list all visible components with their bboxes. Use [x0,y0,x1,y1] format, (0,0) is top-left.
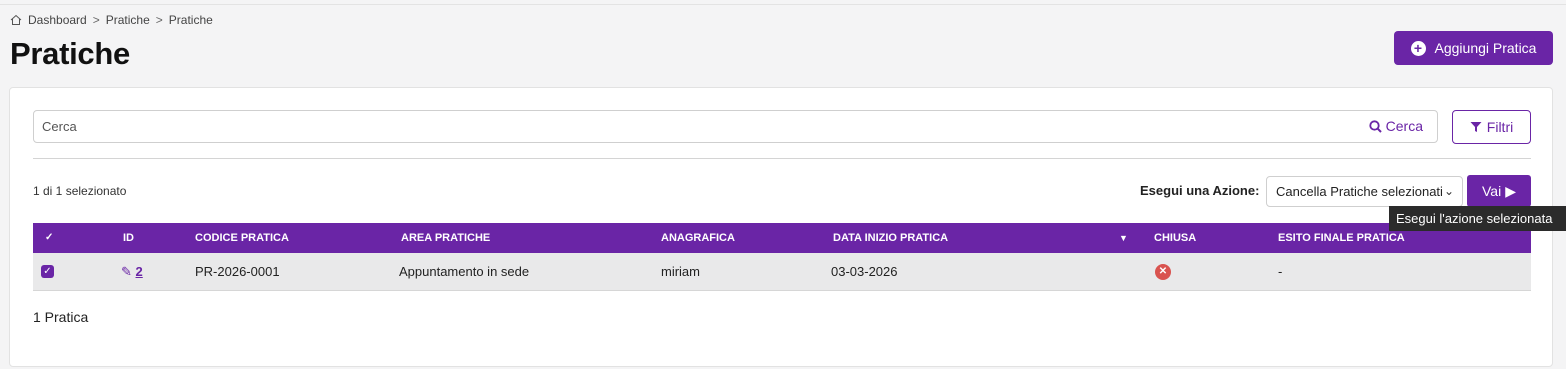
search-input[interactable] [42,111,1342,142]
chevron-down-icon: ⌄ [1443,184,1454,198]
action-label: Esegui una Azione: [1140,183,1260,198]
filter-button-label: Filtri [1486,119,1514,135]
area-pratiche-cell: Appuntamento in sede [399,264,530,279]
selection-count: 1 di 1 selezionato [33,184,127,198]
search-box: Cerca [33,110,1438,143]
codice-pratica-cell: PR-2026-0001 [195,264,280,279]
breadcrumb-current: Pratiche [168,13,213,27]
total-count: 1 Pratica [33,309,89,325]
action-tooltip: Esegui l'azione selezionata [1389,206,1566,231]
header-area-pratiche[interactable]: AREA PRATICHE [401,223,490,253]
header-chiusa[interactable]: CHIUSA [1154,223,1196,253]
breadcrumb-separator: > [155,13,163,27]
table-row[interactable]: ✓ ✎ 2 PR-2026-0001 Appuntamento in sede … [33,253,1531,291]
home-icon [10,14,22,25]
pratiche-table: ✓ ID CODICE PRATICA AREA PRATICHE ANAGRA… [33,223,1531,291]
closed-false-icon: ✕ [1155,264,1171,280]
vai-button-label: Vai [1482,183,1502,199]
vai-button[interactable]: Vai ▶ [1467,175,1531,207]
filter-icon [1470,122,1482,132]
header-id[interactable]: ID [123,223,134,253]
header-codice-pratica[interactable]: CODICE PRATICA [195,223,289,253]
add-pratica-label: Aggiungi Pratica [1434,40,1537,56]
edit-icon[interactable]: ✎ [121,264,132,279]
search-button-label: Cerca [1385,118,1423,134]
row-checkbox[interactable]: ✓ [41,265,54,278]
esito-finale-cell: - [1278,264,1283,279]
add-pratica-button[interactable]: + Aggiungi Pratica [1394,31,1553,65]
breadcrumb-separator: > [92,13,100,27]
search-icon [1369,119,1382,133]
anagrafica-cell: miriam [661,264,700,279]
breadcrumb-dashboard[interactable]: Dashboard [28,13,87,27]
breadcrumb: Dashboard > Pratiche > Pratiche [10,13,213,27]
table-header: ✓ ID CODICE PRATICA AREA PRATICHE ANAGRA… [33,223,1531,253]
select-all-check-icon[interactable]: ✓ [45,223,53,253]
divider [33,158,1531,159]
header-esito-finale-pratica[interactable]: ESITO FINALE PRATICA [1278,223,1405,253]
action-select-value: Cancella Pratiche selezionati [1276,184,1443,199]
play-icon: ▶ [1505,182,1516,199]
filter-button[interactable]: Filtri [1452,110,1531,144]
header-data-inizio-pratica[interactable]: DATA INIZIO PRATICA [833,223,948,253]
action-select[interactable]: Cancella Pratiche selezionati ⌄ [1266,176,1463,207]
top-divider [0,4,1566,5]
id-link[interactable]: 2 [136,264,143,279]
page-title: Pratiche [10,36,130,71]
header-anagrafica[interactable]: ANAGRAFICA [661,223,735,253]
data-inizio-cell: 03-03-2026 [831,264,898,279]
sort-desc-icon[interactable]: ▼ [1119,223,1128,253]
id-cell: ✎ 2 [121,253,143,291]
pratiche-card: Cerca Filtri 1 di 1 selezionato Esegui u… [9,87,1553,367]
breadcrumb-pratiche[interactable]: Pratiche [106,13,150,27]
plus-circle-icon: + [1410,40,1426,56]
search-button[interactable]: Cerca [1369,118,1423,134]
